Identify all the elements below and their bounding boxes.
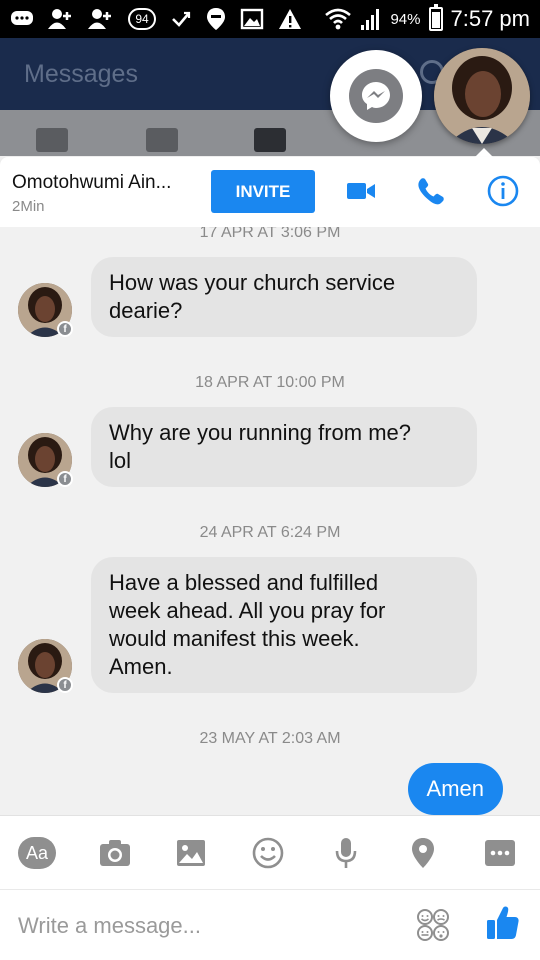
message-timestamp: 17 APR AT 3:06 PM <box>199 227 341 241</box>
recent-tab-icon[interactable] <box>36 128 68 152</box>
message-timestamp: 23 MAY AT 2:03 AM <box>199 730 341 747</box>
signal-icon <box>360 7 382 31</box>
message-timestamp: 18 APR AT 10:00 PM <box>195 374 345 391</box>
add-user-icon <box>88 8 114 30</box>
composer-toolbar: Aa <box>0 815 540 889</box>
messenger-chathead[interactable] <box>330 50 422 142</box>
video-call-icon[interactable] <box>344 174 378 208</box>
chat-header: Omotohwumi Ain... 2Min INVITE <box>0 157 540 227</box>
chat-bubble-icon <box>10 9 34 29</box>
conversation-thread[interactable]: 17 APR AT 3:06 PM How was your church se… <box>0 227 540 815</box>
outgoing-message-bubble[interactable]: Amen <box>407 763 503 815</box>
incoming-message-bubble[interactable]: How was your church service dearie? <box>91 257 477 337</box>
battery-icon <box>428 4 443 31</box>
messenger-user-badge-icon: f <box>57 677 73 693</box>
incoming-message-bubble[interactable]: Have a blessed and fulfilled week ahead.… <box>91 557 477 693</box>
clock: 7:57 pm <box>450 6 531 31</box>
message-text-line: week ahead. All you pray for <box>109 598 386 623</box>
contact-active-status: 2Min <box>12 198 45 215</box>
stickers-icon[interactable] <box>416 908 450 947</box>
gallery-icon[interactable] <box>172 835 210 871</box>
warning-icon <box>278 8 302 30</box>
message-text-line: Have a blessed and fulfilled <box>109 570 379 595</box>
add-user-icon <box>48 8 74 30</box>
image-icon <box>240 8 264 30</box>
phone-call-icon[interactable] <box>414 174 448 208</box>
text-format-button[interactable]: Aa <box>18 835 56 871</box>
wifi-icon <box>324 6 352 32</box>
message-text-line: lol <box>109 448 132 473</box>
message-text-line: would manifest this week. <box>109 626 360 651</box>
count-badge-icon: 94 <box>128 8 156 30</box>
location-icon[interactable] <box>404 835 442 871</box>
status-bar: 94 94% 7:57 pm <box>0 0 540 38</box>
camera-icon[interactable] <box>96 835 134 871</box>
battery-percent: 94% <box>390 10 421 28</box>
message-text-line: How was your church service <box>109 270 396 295</box>
groups-tab-icon[interactable] <box>146 128 178 152</box>
message-text-line: dearie? <box>109 298 183 323</box>
contact-chathead-avatar[interactable] <box>434 48 530 144</box>
check-icon <box>170 9 192 29</box>
message-composer <box>0 889 540 960</box>
message-text-line: Why are you running from me? <box>109 420 412 445</box>
location-pin-icon <box>206 7 226 31</box>
emoji-icon[interactable] <box>249 835 287 871</box>
app-title: Messages <box>24 60 138 88</box>
like-thumbs-up-icon[interactable] <box>486 905 520 946</box>
message-timestamp: 24 APR AT 6:24 PM <box>199 524 341 541</box>
messenger-icon <box>349 69 403 123</box>
messages-tab-icon[interactable] <box>254 128 286 152</box>
message-input[interactable] <box>18 908 398 944</box>
text-format-label: Aa <box>18 837 56 869</box>
more-icon[interactable] <box>481 835 519 871</box>
invite-button[interactable]: INVITE <box>211 170 315 213</box>
messenger-user-badge-icon: f <box>57 321 73 337</box>
info-icon[interactable] <box>486 174 520 208</box>
contact-name[interactable]: Omotohwumi Ain... <box>12 172 171 194</box>
incoming-message-bubble[interactable]: Why are you running from me? lol <box>91 407 477 487</box>
microphone-icon[interactable] <box>327 835 365 871</box>
messenger-user-badge-icon: f <box>57 471 73 487</box>
message-text-line: Amen. <box>109 654 173 679</box>
